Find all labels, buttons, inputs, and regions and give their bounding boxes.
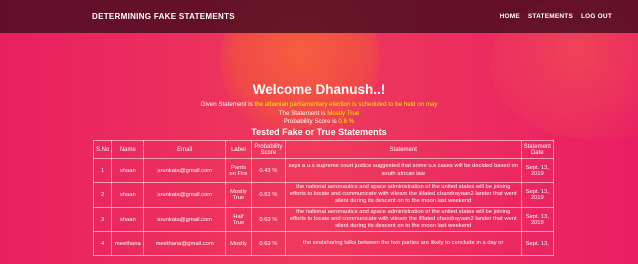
probability-score-value: 0.6 % [338, 118, 355, 125]
cell-date: Sept. 13, [520, 231, 555, 257]
cell-sno: 2 [92, 182, 113, 208]
table-row: 2 shaan arunkata@gmail.com Mostly True 0… [92, 182, 555, 208]
cell-name: shaan [111, 158, 145, 183]
statement-label-prefix: The Statement is [278, 110, 328, 117]
cell-statement: the national aeronautics and space admin… [284, 182, 522, 208]
table-header-row: S.No Name Email Label Probability Score … [92, 140, 555, 159]
nav-links: HOME STATEMENTS LOG OUT [500, 13, 612, 20]
cell-name: meethana [111, 231, 145, 257]
table-row: 3 shaan arunkata@gmail.com Half True 0.6… [92, 206, 555, 233]
cell-sno: 4 [92, 231, 113, 257]
header-email: Email [143, 140, 226, 159]
cell-email: arunkata@gmail.com [143, 158, 226, 183]
given-statement-text: the albanian parliamentary election is s… [254, 101, 438, 108]
header-probability-score: Probability Score [250, 140, 286, 159]
cell-label: Half True [224, 206, 252, 233]
header-statement: Statement [284, 140, 522, 159]
cell-email: meethana@gmail.com [143, 231, 226, 257]
cell-label: Mostly [224, 231, 252, 257]
cell-statement: the national aeronautics and space admin… [284, 206, 522, 233]
statements-table: S.No Name Email Label Probability Score … [92, 140, 555, 257]
cell-score: 0.63 % [250, 182, 286, 208]
header-label: Label [224, 140, 252, 159]
given-statement-line: Given Statement is the albanian parliame… [0, 101, 638, 108]
cell-name: shaan [111, 206, 145, 233]
statement-label-line: The Statement is Mostly True [0, 110, 638, 117]
cell-sno: 1 [92, 158, 113, 183]
nav-statements-link[interactable]: STATEMENTS [528, 13, 573, 20]
probability-score-prefix: Probability Score is [283, 118, 339, 125]
cell-score: 0.63 % [250, 231, 286, 257]
navbar: DETERMINING FAKE STATEMENTS HOME STATEME… [0, 0, 638, 33]
cell-score: 0.43 % [250, 158, 286, 183]
cell-label: Pants on Fire [224, 158, 252, 183]
cell-date: Sept. 13, 2019 [520, 182, 555, 208]
cell-email: arunkata@gmail.com [143, 206, 226, 233]
cell-email: arunkata@gmail.com [143, 182, 226, 208]
header-sno: S.No [92, 140, 113, 159]
cell-sno: 3 [92, 206, 113, 233]
probability-score-line: Probability Score is 0.6 % [0, 118, 638, 125]
nav-logout-link[interactable]: LOG OUT [581, 13, 612, 20]
statement-label-value: Mostly True [327, 110, 360, 117]
cell-date: Sept. 13, 2019 [520, 158, 555, 183]
header-statement-date: Statement Date [520, 140, 555, 159]
cell-score: 0.63 % [250, 206, 286, 233]
cell-statement: says a u.s supreme court justice suggest… [284, 158, 522, 183]
nav-home-link[interactable]: HOME [500, 13, 520, 20]
table-row: 4 meethana meethana@gmail.com Mostly 0.6… [92, 231, 555, 257]
cell-statement: the seatsharing talks between the two pa… [284, 231, 522, 257]
cell-label: Mostly True [224, 182, 252, 208]
table-row: 1 shaan arunkata@gmail.com Pants on Fire… [92, 158, 555, 183]
cell-name: shaan [111, 182, 145, 208]
header-name: Name [111, 140, 145, 159]
cell-date: Sept. 13, 2019 [520, 206, 555, 233]
brand-title[interactable]: DETERMINING FAKE STATEMENTS [92, 12, 235, 21]
tested-statements-heading: Tested Fake or True Statements [251, 127, 387, 137]
given-statement-prefix: Given Statement is [200, 101, 255, 108]
welcome-heading: Welcome Dhanush..! [252, 82, 386, 97]
